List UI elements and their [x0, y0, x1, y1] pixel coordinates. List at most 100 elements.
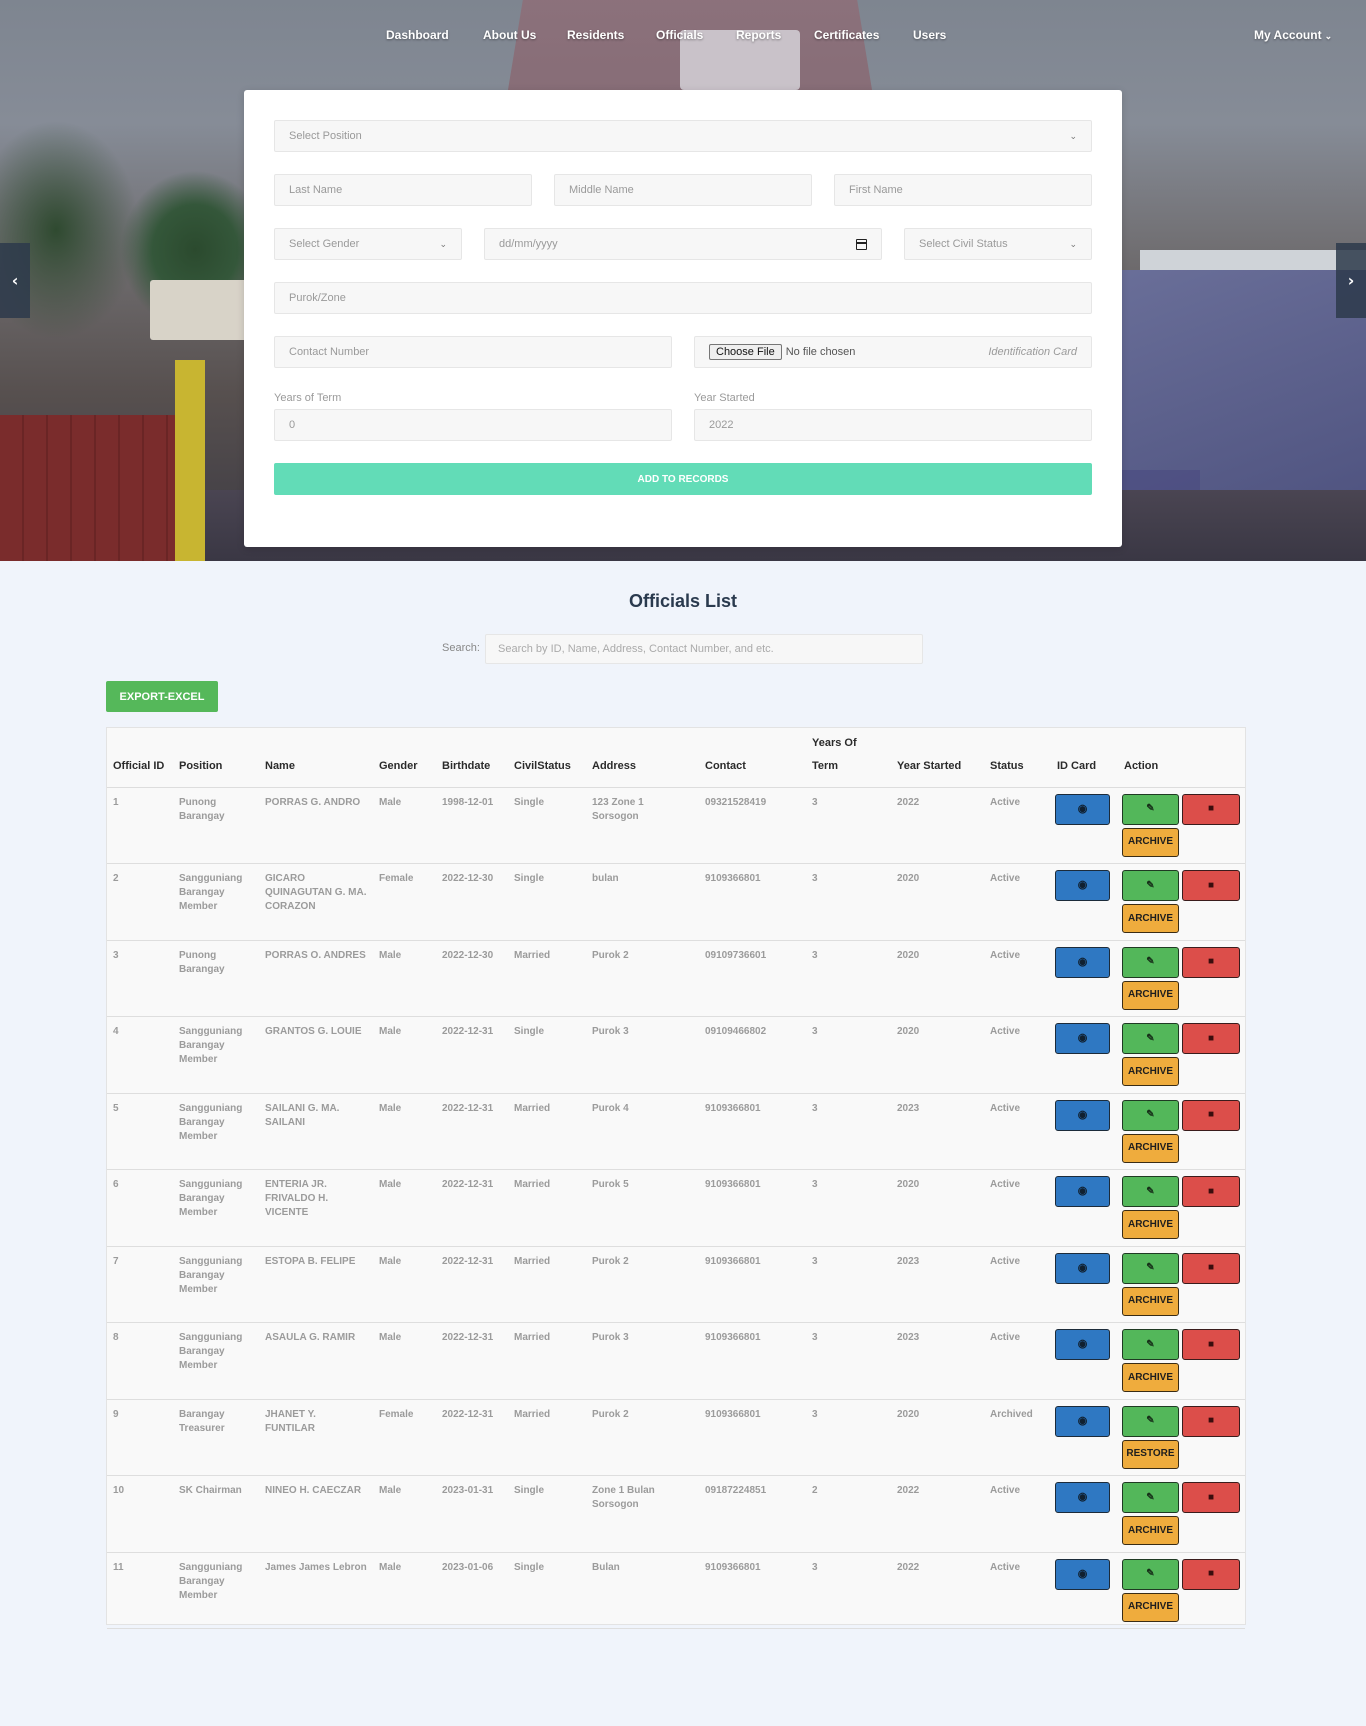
edit-button[interactable]: ✎: [1122, 1558, 1179, 1590]
edit-button[interactable]: ✎: [1122, 1405, 1179, 1437]
col-name[interactable]: Name: [259, 728, 373, 788]
cell-action: ✎ ■ RESTORE: [1118, 1398, 1245, 1476]
add-official-form: Select Position ⌄ Last Name Middle Name …: [244, 90, 1122, 547]
view-id-card-button[interactable]: ◉: [1055, 1405, 1110, 1437]
civil-status-select[interactable]: Select Civil Status ⌄: [904, 228, 1092, 260]
col-birthdate[interactable]: Birthdate: [436, 728, 508, 788]
edit-button[interactable]: ✎: [1122, 1329, 1179, 1360]
edit-button[interactable]: ✎: [1122, 946, 1179, 978]
view-id-card-button[interactable]: ◉: [1055, 870, 1110, 901]
delete-button[interactable]: ■: [1182, 946, 1240, 978]
cell-civil-status: Single: [508, 786, 586, 864]
view-id-card-button[interactable]: ◉: [1055, 1558, 1110, 1590]
nav-dashboard[interactable]: Dashboard: [386, 28, 449, 42]
slider-prev-button[interactable]: ‹: [0, 243, 30, 318]
table-row: 8 Sangguniang Barangay Member ASAULA G. RA…: [107, 1322, 1245, 1400]
edit-button[interactable]: ✎: [1122, 1176, 1179, 1207]
col-action[interactable]: Action: [1118, 728, 1245, 788]
first-name-input[interactable]: First Name: [834, 174, 1092, 206]
add-to-records-button[interactable]: ADD TO RECORDS: [274, 463, 1092, 495]
cell-gender: Female: [373, 1398, 436, 1476]
position-select[interactable]: Select Position ⌄: [274, 120, 1092, 152]
view-id-card-button[interactable]: ◉: [1055, 946, 1110, 978]
col-years-of-term[interactable]: Years Of Term: [806, 728, 891, 788]
archive-toggle-button[interactable]: RESTORE: [1122, 1439, 1179, 1469]
view-id-card-button[interactable]: ◉: [1055, 1099, 1110, 1131]
delete-button[interactable]: ■: [1182, 1176, 1240, 1207]
edit-button[interactable]: ✎: [1122, 793, 1179, 825]
table-row: 4 Sangguniang Barangay Member GRANTOS G. L…: [107, 1016, 1245, 1094]
calendar-icon[interactable]: [856, 238, 867, 250]
search-label: Search:: [442, 642, 480, 654]
archive-toggle-button[interactable]: ARCHIVE: [1122, 1210, 1179, 1239]
delete-button[interactable]: ■: [1182, 1405, 1240, 1437]
archive-toggle-button[interactable]: ARCHIVE: [1122, 1516, 1179, 1545]
cell-id-card: ◉: [1051, 1169, 1118, 1247]
col-official-id[interactable]: Official ID: [107, 728, 173, 788]
nav-residents[interactable]: Residents: [567, 28, 624, 42]
gender-select[interactable]: Select Gender ⌄: [274, 228, 462, 260]
col-contact[interactable]: Contact: [699, 728, 806, 788]
delete-button[interactable]: ■: [1182, 1329, 1240, 1360]
nav-my-account[interactable]: My Account ⌄: [1254, 28, 1332, 42]
col-id-card[interactable]: ID Card: [1051, 728, 1118, 788]
delete-button[interactable]: ■: [1182, 793, 1240, 825]
view-id-card-button[interactable]: ◉: [1055, 1176, 1110, 1207]
cell-civil-status: Married: [508, 1092, 586, 1170]
col-year-started[interactable]: Year Started: [891, 728, 984, 788]
nav-officials[interactable]: Officials: [656, 28, 703, 42]
col-position[interactable]: Position: [173, 728, 259, 788]
col-status[interactable]: Status: [984, 728, 1051, 788]
chevron-down-icon: ⌄: [1324, 31, 1333, 41]
purok-zone-input[interactable]: Purok/Zone: [274, 282, 1092, 314]
cell-address: Purok 4: [586, 1092, 699, 1170]
edit-button[interactable]: ✎: [1122, 1482, 1179, 1513]
delete-button[interactable]: ■: [1182, 1252, 1240, 1284]
view-id-card-button[interactable]: ◉: [1055, 1329, 1110, 1360]
view-id-card-button[interactable]: ◉: [1055, 1252, 1110, 1284]
col-address[interactable]: Address: [586, 728, 699, 788]
nav-reports[interactable]: Reports: [736, 28, 781, 42]
choose-file-button[interactable]: Choose File: [709, 344, 782, 360]
edit-button[interactable]: ✎: [1122, 870, 1179, 901]
last-name-input[interactable]: Last Name: [274, 174, 532, 206]
cell-birthdate: 2022-12-31: [436, 1245, 508, 1323]
nav-certificates[interactable]: Certificates: [814, 28, 879, 42]
view-id-card-button[interactable]: ◉: [1055, 1482, 1110, 1513]
view-id-card-button[interactable]: ◉: [1055, 793, 1110, 825]
archive-toggle-button[interactable]: ARCHIVE: [1122, 1363, 1179, 1392]
slider-next-button[interactable]: ›: [1336, 243, 1366, 318]
col-civil-status[interactable]: CivilStatus: [508, 728, 586, 788]
archive-toggle-button[interactable]: ARCHIVE: [1122, 1592, 1179, 1622]
cell-position: Sangguniang Barangay Member: [173, 863, 259, 941]
archive-toggle-button[interactable]: ARCHIVE: [1122, 1057, 1179, 1086]
archive-toggle-button[interactable]: ARCHIVE: [1122, 1133, 1179, 1163]
search-input[interactable]: Search by ID, Name, Address, Contact Num…: [485, 634, 923, 664]
delete-button[interactable]: ■: [1182, 1558, 1240, 1590]
archive-toggle-button[interactable]: ARCHIVE: [1122, 827, 1179, 857]
col-gender[interactable]: Gender: [373, 728, 436, 788]
cell-years-of-term: 2: [806, 1475, 891, 1553]
delete-button[interactable]: ■: [1182, 1023, 1240, 1054]
birthdate-input[interactable]: dd/mm/yyyy: [484, 228, 882, 260]
years-of-term-input[interactable]: 0: [274, 409, 672, 441]
cell-status: Active: [984, 1169, 1051, 1247]
delete-button[interactable]: ■: [1182, 870, 1240, 901]
year-started-input[interactable]: 2022: [694, 409, 1092, 441]
archive-toggle-button[interactable]: ARCHIVE: [1122, 980, 1179, 1010]
delete-button[interactable]: ■: [1182, 1482, 1240, 1513]
view-id-card-button[interactable]: ◉: [1055, 1023, 1110, 1054]
delete-button[interactable]: ■: [1182, 1099, 1240, 1131]
middle-name-input[interactable]: Middle Name: [554, 174, 812, 206]
edit-button[interactable]: ✎: [1122, 1252, 1179, 1284]
export-excel-button[interactable]: EXPORT-EXCEL: [106, 681, 218, 712]
year-started-label: Year Started: [694, 392, 755, 404]
cell-gender: Male: [373, 1169, 436, 1247]
archive-toggle-button[interactable]: ARCHIVE: [1122, 904, 1179, 933]
nav-users[interactable]: Users: [913, 28, 946, 42]
edit-button[interactable]: ✎: [1122, 1099, 1179, 1131]
edit-button[interactable]: ✎: [1122, 1023, 1179, 1054]
contact-number-input[interactable]: Contact Number: [274, 336, 672, 368]
nav-about-us[interactable]: About Us: [483, 28, 536, 42]
archive-toggle-button[interactable]: ARCHIVE: [1122, 1286, 1179, 1316]
